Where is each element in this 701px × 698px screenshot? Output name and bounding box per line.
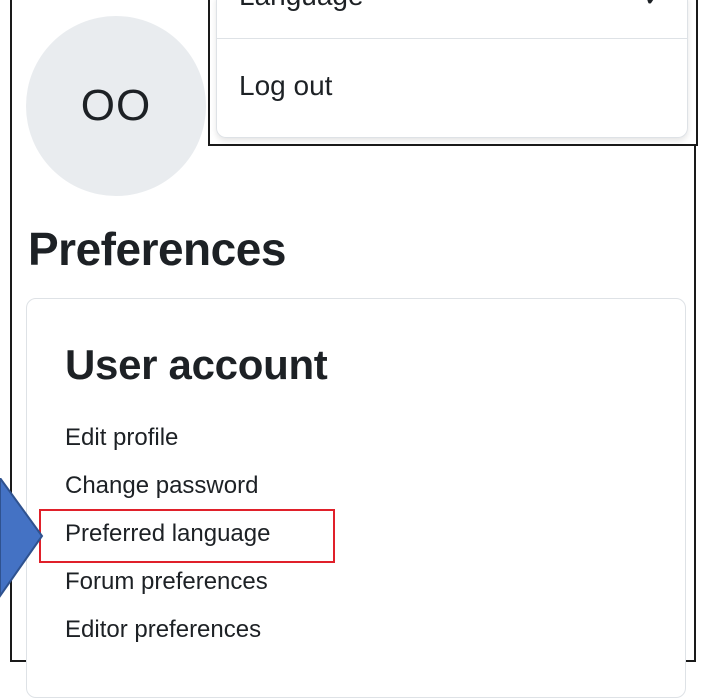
menu-divider (217, 38, 687, 39)
user-menu-panel: Language ✓ Log out (216, 0, 688, 138)
pointer-arrow-icon (0, 478, 44, 598)
link-change-password[interactable]: Change password (65, 473, 270, 521)
menu-item-logout[interactable]: Log out (239, 70, 332, 102)
link-forum-preferences[interactable]: Forum preferences (65, 569, 270, 617)
user-menu-dropdown: Language ✓ Log out (208, 0, 698, 146)
user-account-card: User account Edit profile Change passwor… (26, 298, 686, 698)
chevron-icon: ✓ (643, 0, 665, 13)
link-preferred-language[interactable]: Preferred language (65, 521, 270, 569)
page-title: Preferences (28, 223, 286, 275)
avatar[interactable]: OO (26, 16, 206, 196)
menu-item-language[interactable]: Language (239, 0, 364, 12)
link-edit-profile[interactable]: Edit profile (65, 425, 270, 473)
link-editor-preferences[interactable]: Editor preferences (65, 617, 270, 665)
user-account-links: Edit profile Change password Preferred l… (65, 425, 270, 665)
avatar-initials: OO (80, 81, 152, 130)
card-title: User account (65, 341, 328, 388)
